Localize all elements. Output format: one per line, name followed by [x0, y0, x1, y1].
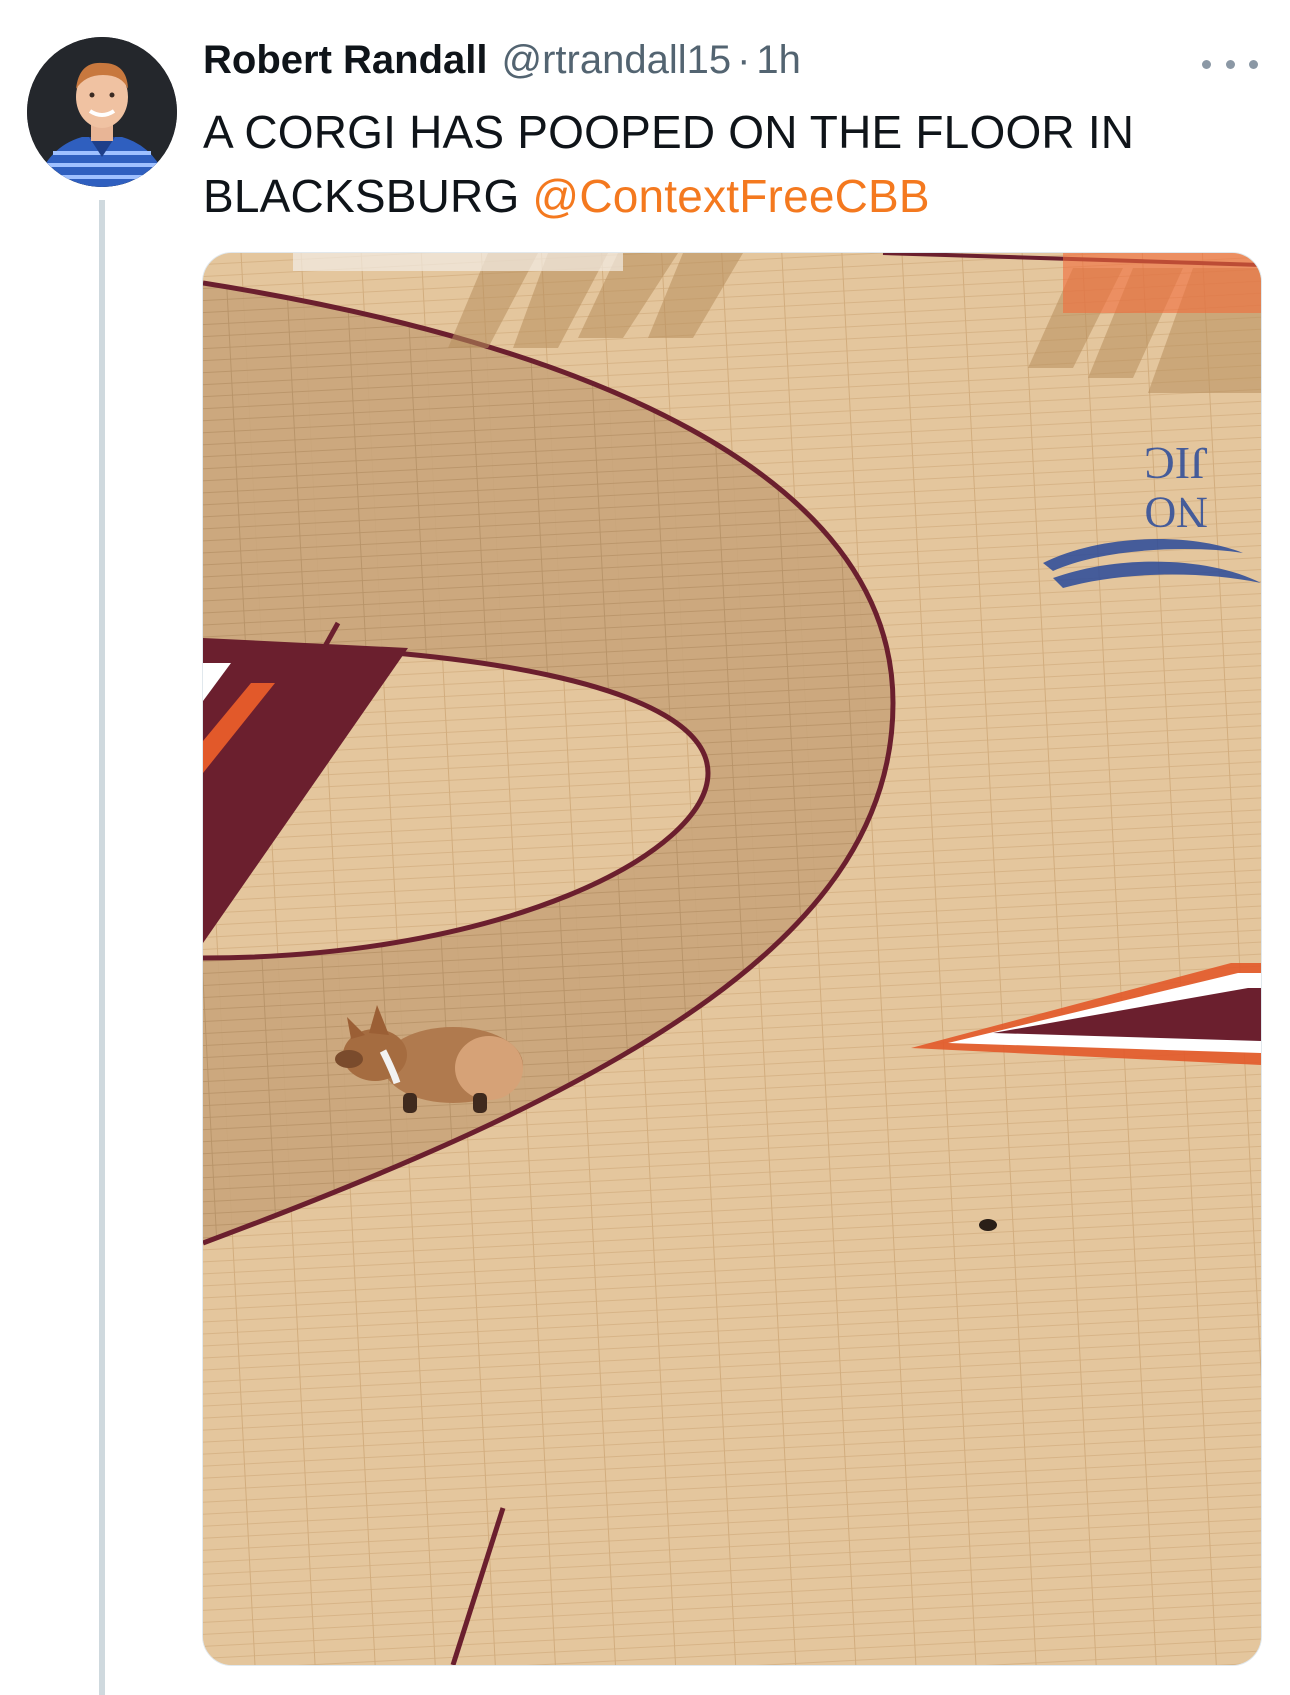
mention-link[interactable]: @ContextFreeCBB [532, 170, 929, 222]
tweet-text-line1: A CORGI HAS POOPED ON THE FLOOR IN [203, 106, 1135, 158]
thread-line [99, 200, 105, 1695]
more-horizontal-icon[interactable] [1202, 46, 1258, 82]
tweet-timestamp[interactable]: 1h [756, 38, 801, 83]
tweet-text: A CORGI HAS POOPED ON THE FLOOR IN BLACK… [203, 100, 1253, 228]
court-logo-bottom: NO [1144, 488, 1208, 537]
tweet-header: Robert Randall @rtrandall15 · 1h [203, 38, 801, 88]
avatar[interactable] [27, 37, 177, 187]
separator-dot: · [737, 38, 751, 82]
tweet-media-photo[interactable]: JIC NO [202, 252, 1262, 1666]
author-name[interactable]: Robert Randall [203, 38, 487, 83]
floor-dropping [979, 1219, 997, 1231]
author-handle[interactable]: @rtrandall15 [501, 38, 731, 83]
court-logo-top: JIC [1144, 438, 1208, 489]
tweet-text-location: BLACKSBURG [203, 170, 520, 222]
tweet-text-line2: BLACKSBURG @ContextFreeCBB [203, 164, 1253, 228]
